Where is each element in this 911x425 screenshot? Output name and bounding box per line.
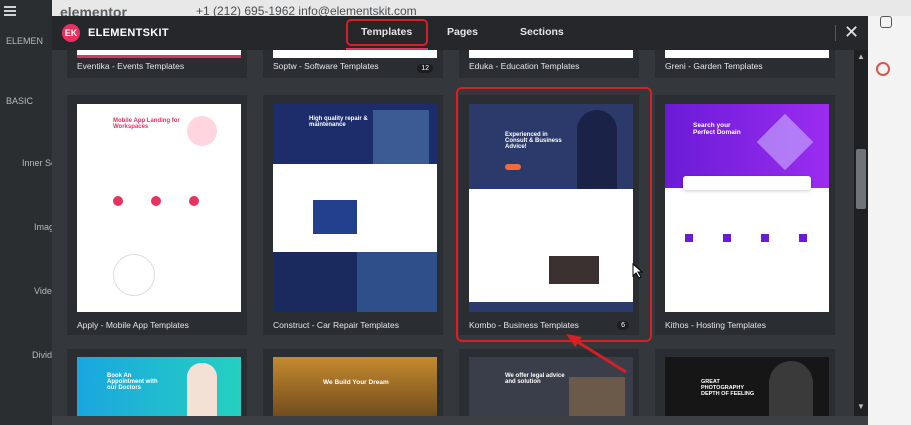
modal-brand: ELEMENTSKIT — [88, 27, 169, 39]
template-thumbnail: Search your Perfect Domain — [665, 104, 829, 312]
preview-illustration — [756, 113, 814, 171]
annotation-highlight-box — [456, 87, 652, 342]
menu-icon[interactable] — [4, 6, 16, 16]
site-canvas-edge — [868, 16, 911, 425]
template-thumbnail: We Build Your Dream — [273, 357, 437, 416]
preview-graphic — [113, 254, 155, 296]
template-thumbnail — [273, 50, 437, 58]
preview-photo — [373, 110, 429, 164]
preview-headline: We offer legal advice and solution — [505, 373, 565, 385]
preview-illustration — [187, 116, 217, 146]
scroll-up-icon[interactable]: ▲ — [857, 52, 865, 61]
search-icon — [876, 62, 890, 76]
template-thumbnail: Mobile App Landing for Workspaces — [77, 104, 241, 312]
modal-scrollbar[interactable] — [854, 50, 868, 416]
template-thumbnail: GREAT PHOTOGRAPHY DEPTH OF FEELING — [665, 357, 829, 416]
preview-section — [273, 252, 437, 312]
template-card-soptw[interactable]: Soptw - Software Templates 12 — [263, 50, 443, 78]
close-icon[interactable]: ✕ — [844, 23, 859, 41]
template-thumbnail — [665, 50, 829, 58]
preview-domain-search — [683, 176, 811, 190]
preview-headline: High quality repair & maintenance — [309, 116, 368, 128]
template-card-kithos[interactable]: Search your Perfect Domain Kithos - Host… — [655, 95, 835, 335]
template-thumbnail: High quality repair & maintenance — [273, 104, 437, 312]
preview-features — [113, 186, 203, 216]
preview-headline: We Build Your Dream — [323, 379, 389, 386]
template-title: Kithos - Hosting Templates — [665, 320, 766, 330]
preview-headline: Mobile App Landing for Workspaces — [113, 118, 180, 130]
preview-services — [685, 234, 809, 246]
template-title: Eventika - Events Templates — [77, 61, 185, 71]
panel-section-label: BASIC — [6, 96, 34, 106]
template-title: Construct - Car Repair Templates — [273, 320, 399, 330]
template-library-modal: EK ELEMENTSKIT Templates Pages Sections … — [52, 16, 868, 416]
template-thumbnail — [469, 50, 633, 58]
mouse-cursor-icon — [632, 263, 644, 279]
template-card-construction[interactable]: We Build Your Dream — [263, 349, 443, 416]
elementskit-logo-icon: EK — [62, 24, 80, 42]
site-topbar — [0, 0, 911, 16]
template-title: Apply - Mobile App Templates — [77, 320, 189, 330]
elementor-panel: ELEMEN BASIC Inner Se Imag Vide Divid — [0, 0, 56, 425]
preview-headline: Search your Perfect Domain — [693, 122, 741, 136]
scrollbar-thumb[interactable] — [856, 149, 866, 209]
template-count-badge: 12 — [417, 64, 433, 73]
template-title: Soptw - Software Templates — [273, 61, 379, 71]
panel-tab[interactable]: ELEMEN — [6, 36, 58, 46]
template-title: Greni - Garden Templates — [665, 61, 763, 71]
instagram-icon — [880, 16, 892, 28]
preview-photo — [569, 377, 625, 416]
scroll-down-icon[interactable]: ▼ — [857, 402, 865, 411]
preview-hero: High quality repair & maintenance — [273, 104, 437, 164]
template-card-construct[interactable]: High quality repair & maintenance Constr… — [263, 95, 443, 335]
tab-pages[interactable]: Pages — [447, 26, 478, 38]
preview-person — [187, 363, 217, 416]
preview-headline: GREAT PHOTOGRAPHY DEPTH OF FEELING — [701, 379, 755, 397]
template-card-eventika[interactable]: Eventika - Events Templates — [67, 50, 247, 78]
modal-header: EK ELEMENTSKIT Templates Pages Sections … — [52, 16, 868, 50]
template-card-apply[interactable]: Mobile App Landing for Workspaces Apply … — [67, 95, 247, 335]
template-card-greni[interactable]: Greni - Garden Templates — [655, 50, 835, 78]
template-thumbnail: Book An Appointment with our Doctors — [77, 357, 241, 416]
preview-person — [769, 361, 813, 416]
template-thumbnail — [77, 50, 241, 58]
template-card-photography[interactable]: GREAT PHOTOGRAPHY DEPTH OF FEELING — [655, 349, 835, 416]
header-divider — [835, 25, 836, 41]
template-card-legal[interactable]: We offer legal advice and solution — [459, 349, 639, 416]
template-card-medical[interactable]: Book An Appointment with our Doctors — [67, 349, 247, 416]
tab-sections[interactable]: Sections — [520, 26, 564, 38]
template-card-eduka[interactable]: Eduka - Education Templates — [459, 50, 639, 78]
preview-headline: Book An Appointment with our Doctors — [107, 373, 158, 391]
template-title: Eduka - Education Templates — [469, 61, 580, 71]
annotation-highlight-box — [346, 19, 428, 46]
template-thumbnail: We offer legal advice and solution — [469, 357, 633, 416]
preview-photo — [313, 200, 357, 234]
